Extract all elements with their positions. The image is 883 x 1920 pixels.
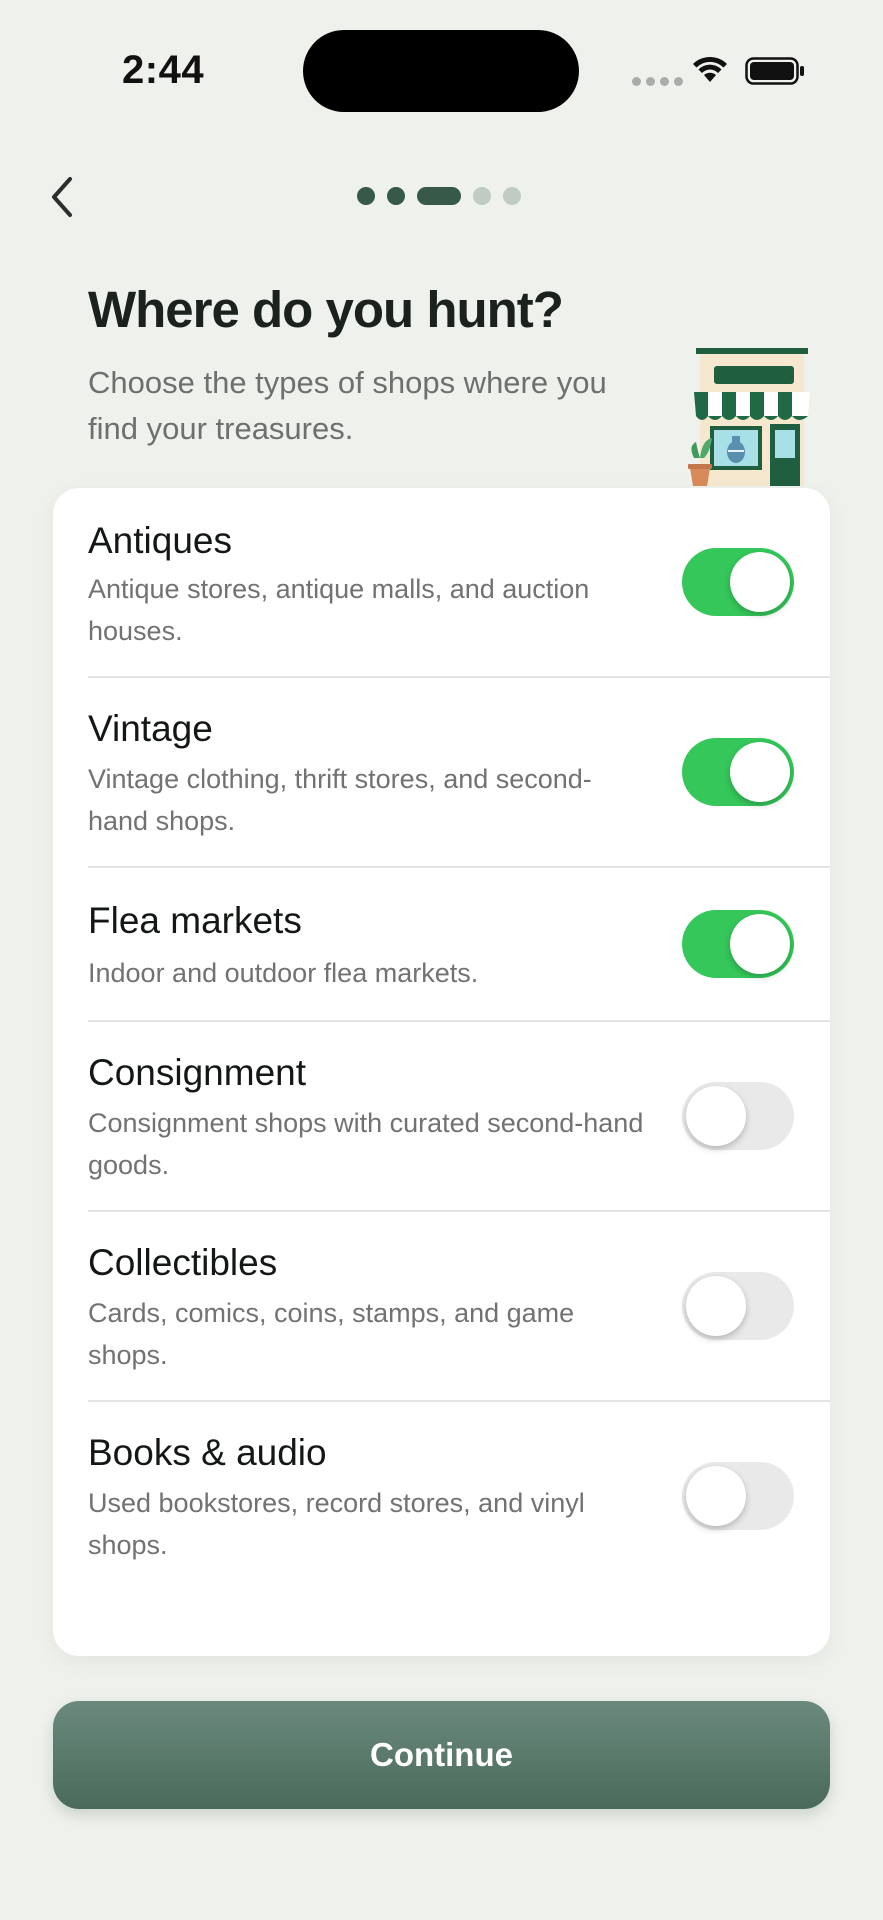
- page-subtitle: Choose the types of shops where you find…: [88, 365, 607, 446]
- progress-dot-2: [387, 187, 405, 205]
- antiques-toggle[interactable]: [682, 548, 794, 616]
- shop-type-description: Indoor and outdoor flea markets.: [88, 958, 479, 988]
- flea-markets-toggle[interactable]: [682, 910, 794, 978]
- toggle-knob: [686, 1466, 746, 1526]
- vintage-toggle[interactable]: [682, 738, 794, 806]
- shop-type-row-books-audio[interactable]: Books & audio Used bookstores, record st…: [88, 1402, 830, 1592]
- toggle-knob: [686, 1276, 746, 1336]
- back-chevron-icon[interactable]: [44, 172, 84, 222]
- shop-type-title: Flea markets: [88, 900, 302, 941]
- battery-icon: [745, 57, 804, 85]
- progress-dot-3-current: [417, 187, 461, 205]
- shop-type-row-antiques[interactable]: Antiques Antique stores, antique malls, …: [88, 488, 830, 678]
- shop-type-title: Vintage: [88, 708, 213, 749]
- shop-type-row-vintage[interactable]: Vintage Vintage clothing, thrift stores,…: [88, 678, 830, 868]
- wifi-icon: [693, 56, 727, 82]
- shop-type-description: Vintage clothing, thrift stores, and sec…: [88, 764, 592, 836]
- progress-dot-5: [503, 187, 521, 205]
- shop-type-title: Collectibles: [88, 1242, 278, 1283]
- progress-dot-1: [357, 187, 375, 205]
- cellular-signal-icon: [632, 77, 683, 86]
- books-audio-toggle[interactable]: [682, 1462, 794, 1530]
- progress-dot-4: [473, 187, 491, 205]
- page-title: Where do you hunt?: [88, 281, 564, 338]
- toggle-knob: [730, 914, 790, 974]
- step-progress-indicator: [357, 187, 521, 205]
- dynamic-island: [303, 30, 579, 112]
- shop-type-row-collectibles[interactable]: Collectibles Cards, comics, coins, stamp…: [88, 1212, 830, 1402]
- onboarding-screen: 2:44 Where do you hunt? Choose the types…: [0, 0, 883, 1920]
- toggle-knob: [730, 742, 790, 802]
- collectibles-toggle[interactable]: [682, 1272, 794, 1340]
- shop-type-title: Antiques: [88, 520, 232, 561]
- shop-type-row-consignment[interactable]: Consignment Consignment shops with curat…: [88, 1022, 830, 1212]
- shop-type-description: Cards, comics, coins, stamps, and game s…: [88, 1298, 575, 1370]
- shop-type-description: Antique stores, antique malls, and aucti…: [88, 574, 590, 646]
- shop-type-title: Books & audio: [88, 1432, 327, 1473]
- continue-button[interactable]: Continue: [53, 1701, 830, 1809]
- shop-type-description: Consignment shops with curated second-ha…: [88, 1108, 644, 1180]
- storefront-illustration-icon: [688, 348, 810, 486]
- consignment-toggle[interactable]: [682, 1082, 794, 1150]
- shop-type-row-flea-markets[interactable]: Flea markets Indoor and outdoor flea mar…: [88, 868, 830, 1022]
- shop-type-description: Used bookstores, record stores, and viny…: [88, 1488, 585, 1560]
- toggle-knob: [730, 552, 790, 612]
- shop-type-title: Consignment: [88, 1052, 307, 1093]
- toggle-knob: [686, 1086, 746, 1146]
- shop-types-card: Antiques Antique stores, antique malls, …: [53, 488, 830, 1656]
- status-time: 2:44: [122, 48, 205, 92]
